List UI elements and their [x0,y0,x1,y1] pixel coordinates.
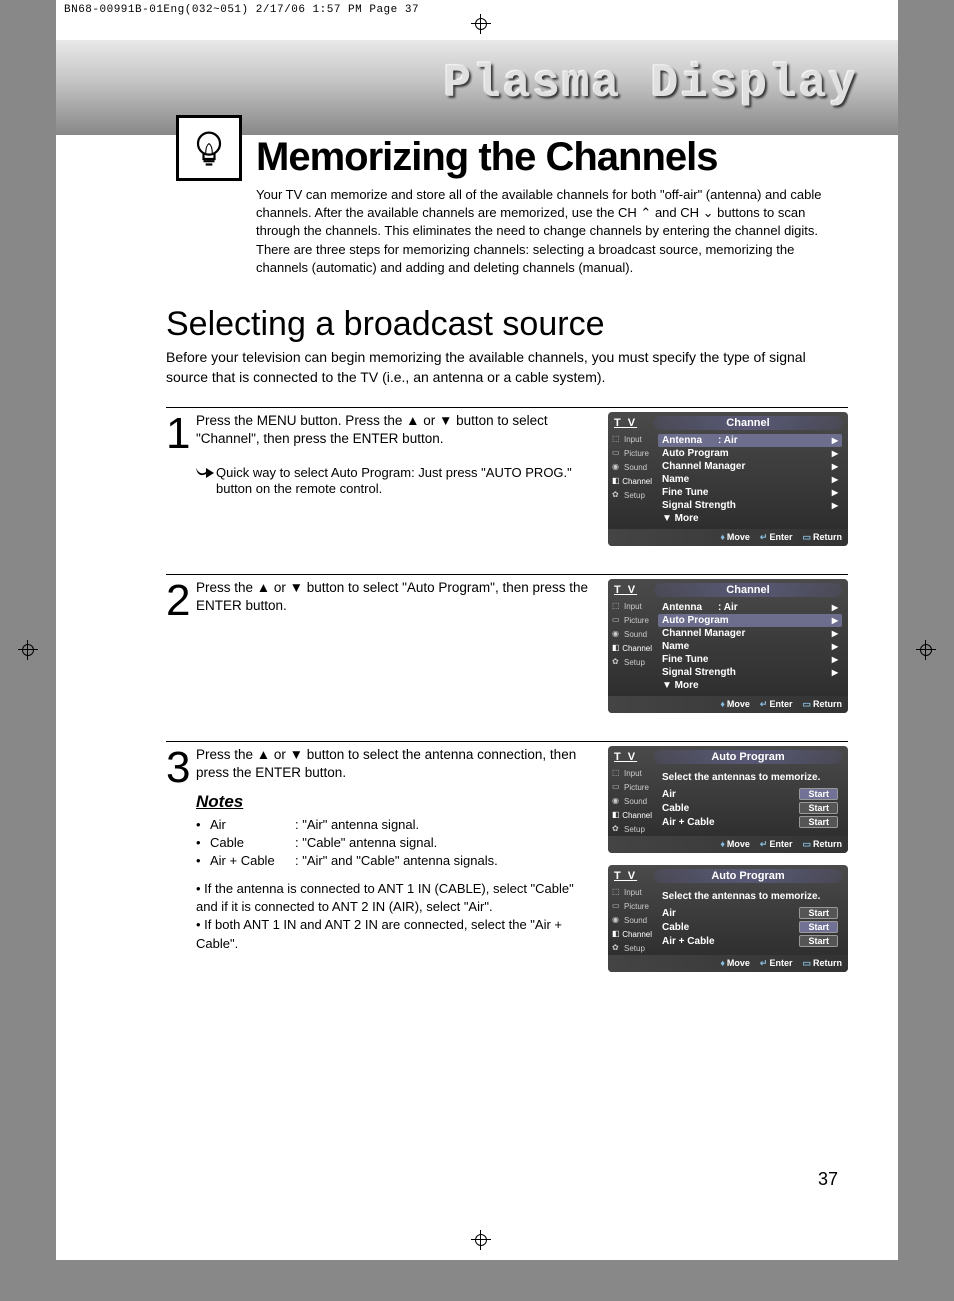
intro-paragraph: Your TV can memorize and store all of th… [256,186,848,277]
osd-footer: ♦Move ↵Enter ▭Return [608,955,848,972]
note-extra-1: • If the antenna is connected to ANT 1 I… [196,880,598,916]
page-number: 37 [818,1169,838,1190]
step-3: 3 Press the ▲ or ▼ button to select the … [166,741,848,984]
step-text: Press the ▲ or ▼ button to select the an… [196,746,598,984]
osd-side-item: ◧Channel [610,641,654,655]
osd-side-item: ⬚Input [610,766,654,780]
osd-menu-item: Name▶ [658,640,842,653]
osd-start-button: Start [799,788,838,800]
step-number: 2 [166,579,196,729]
step-1: 1 Press the MENU button. Press the ▲ or … [166,407,848,562]
osd-option-row: AirStart [658,787,842,801]
step-text: Press the MENU button. Press the ▲ or ▼ … [196,412,598,562]
osd-option-row: CableStart [658,801,842,815]
osd-side-item: ✿Setup [610,941,654,955]
osd-menu-item: ▼ More [658,679,842,692]
page: BN68-00991B-01Eng(032~051) 2/17/06 1:57 … [56,0,898,1260]
osd-start-button: Start [799,935,838,947]
osd-footer: ♦Move ↵Enter ▭Return [608,696,848,713]
osd-side-item: ⬚Input [610,432,654,446]
osd-start-button: Start [799,816,838,828]
osd-start-button: Start [799,907,838,919]
osd-option-row: CableStart [658,920,842,934]
osd-footer: ♦Move ↵Enter ▭Return [608,836,848,853]
section-heading: Selecting a broadcast source [166,305,848,344]
osd-menu-item: Name▶ [658,473,842,486]
osd-prompt: Select the antennas to memorize. [658,768,842,787]
notes-heading: Notes [196,791,598,814]
content-area: Memorizing the Channels Your TV can memo… [56,135,898,984]
section-intro: Before your television can begin memoriz… [166,348,848,387]
pointer-arrow-icon [196,465,216,499]
note-extra-2: • If both ANT 1 IN and ANT 2 IN are conn… [196,916,598,952]
quick-tip: Quick way to select Auto Program: Just p… [196,465,598,499]
title-block: Memorizing the Channels Your TV can memo… [256,135,848,277]
step-instruction: Press the MENU button. Press the ▲ or ▼ … [196,413,548,446]
osd-start-button: Start [799,802,838,814]
osd-menu-item: Antenna: Air▶ [658,434,842,447]
osd-side-item: ✿Setup [610,822,654,836]
step-instruction: Press the ▲ or ▼ button to select the an… [196,747,576,780]
osd-side-item: ◉Sound [610,627,654,641]
osd-option-row: AirStart [658,906,842,920]
osd-menu-item: Channel Manager▶ [658,627,842,640]
osd-menu-item: Antenna: Air▶ [658,601,842,614]
osd-panel-1: T VChannel ⬚Input▭Picture◉Sound◧Channel✿… [608,412,848,546]
osd-panel-2: T VChannel ⬚Input▭Picture◉Sound◧Channel✿… [608,579,848,713]
osd-menu-item: ▼ More [658,512,842,525]
osd-side-item: ◧Channel [610,808,654,822]
osd-menu-item: Auto Program▶ [658,614,842,627]
osd-menu-item: Signal Strength▶ [658,666,842,679]
osd-side-item: ✿Setup [610,488,654,502]
osd-side-item: ◉Sound [610,913,654,927]
osd-menu-item: Signal Strength▶ [658,499,842,512]
osd-menu-item: Channel Manager▶ [658,460,842,473]
quick-tip-text: Quick way to select Auto Program: Just p… [216,465,598,499]
osd-menu-item: Auto Program▶ [658,447,842,460]
osd-side-item: ▭Picture [610,446,654,460]
osd-side-item: ▭Picture [610,780,654,794]
osd-side-item: ✿Setup [610,655,654,669]
osd-side-item: ⬚Input [610,599,654,613]
crop-mark-icon [471,14,491,34]
osd-menu-item: Fine Tune▶ [658,486,842,499]
osd-option-row: Air + CableStart [658,815,842,829]
osd-panel-4: T VAuto Program ⬚Input▭Picture◉Sound◧Cha… [608,865,848,972]
osd-side-item: ◉Sound [610,460,654,474]
crop-mark-icon [916,640,936,660]
osd-side-item: ◉Sound [610,794,654,808]
step-text: Press the ▲ or ▼ button to select "Auto … [196,579,598,729]
step-2: 2 Press the ▲ or ▼ button to select "Aut… [166,574,848,729]
osd-panel-3: T VAuto Program ⬚Input▭Picture◉Sound◧Cha… [608,746,848,853]
notes-list: •Air: "Air" antenna signal. •Cable: "Cab… [196,816,598,953]
osd-prompt: Select the antennas to memorize. [658,887,842,906]
osd-side-item: ▭Picture [610,613,654,627]
osd-side-item: ▭Picture [610,899,654,913]
crop-mark-icon [471,1230,491,1250]
osd-option-row: Air + CableStart [658,934,842,948]
lightbulb-icon [176,115,242,181]
osd-menu-item: Fine Tune▶ [658,653,842,666]
osd-side-item: ⬚Input [610,885,654,899]
osd-start-button: Start [799,921,838,933]
step-number: 1 [166,412,196,562]
osd-side-item: ◧Channel [610,474,654,488]
osd-side-item: ◧Channel [610,927,654,941]
step-number: 3 [166,746,196,984]
osd-footer: ♦Move ↵Enter ▭Return [608,529,848,546]
page-title: Memorizing the Channels [256,135,848,180]
banner-title: Plasma Display [444,58,858,110]
crop-mark-icon [18,640,38,660]
